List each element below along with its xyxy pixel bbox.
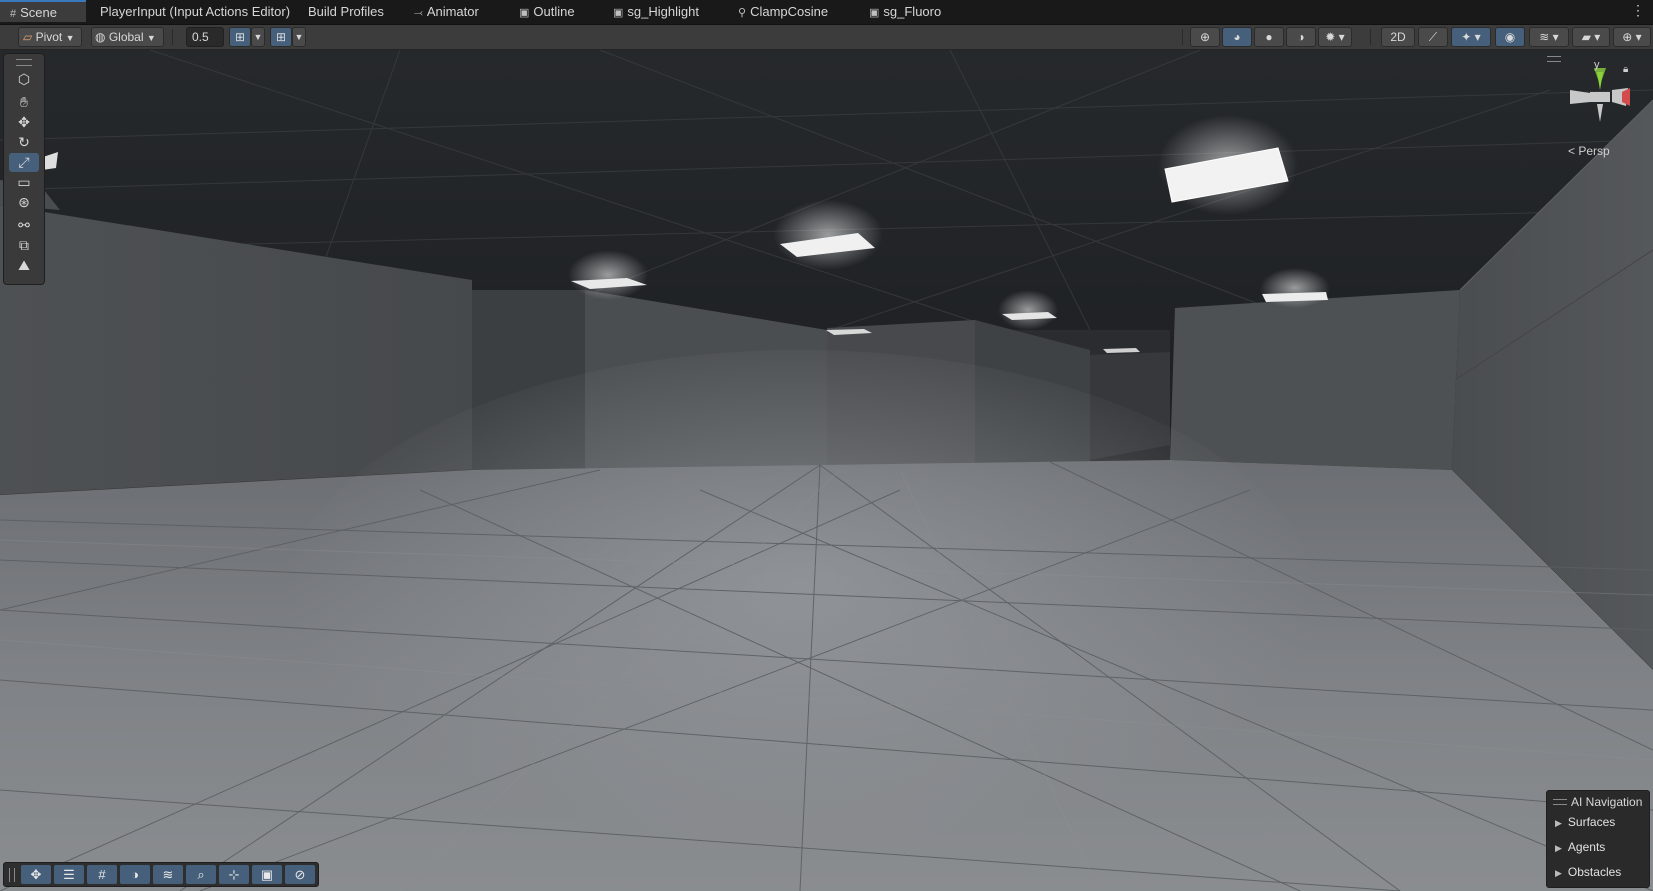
gizmo-menu-icon[interactable] xyxy=(1547,56,1561,62)
gizmo-y-axis-label: y xyxy=(1594,59,1600,71)
debug-draw-mode-icon[interactable]: ✹ ▾ xyxy=(1318,27,1352,47)
lock-icon[interactable]: 🔒︎ xyxy=(1623,64,1628,75)
tab-scene[interactable]: # Scene xyxy=(0,0,86,22)
tab-build-profiles[interactable]: Build Profiles xyxy=(308,0,384,24)
bottom-overlay-toolbar: ✥ ☰ # ◑ ≋ ⌕ ⊹ ▣ ⊘ xyxy=(3,862,319,887)
scale-icon[interactable]: ⤢ xyxy=(9,153,39,172)
search-overlay-icon[interactable]: ⌕ xyxy=(186,865,216,884)
tab-label: Outline xyxy=(533,4,575,19)
tab-sg-fluoro[interactable]: ▣ sg_Fluoro xyxy=(869,0,941,24)
move-icon[interactable]: ✥ xyxy=(9,113,39,132)
tab-bar: # Scene PlayerInput (Input Actions Editor… xyxy=(0,0,1653,25)
chevron-down-icon: ▼ xyxy=(146,33,156,43)
tab-label: Build Profiles xyxy=(308,4,384,19)
globe-icon: ◍ xyxy=(95,30,106,44)
grid-overlay-icon[interactable]: # xyxy=(87,865,117,884)
grid-snap-icon[interactable]: ⊞ xyxy=(270,27,292,47)
divider xyxy=(172,29,173,45)
rect-icon[interactable]: ▭ xyxy=(9,173,39,192)
global-label: Global xyxy=(108,30,144,44)
unlit-icon[interactable]: ◑ xyxy=(1286,27,1316,47)
tab-animator[interactable]: ⤙ Animator xyxy=(414,0,479,24)
shader-graph-icon: ▣ xyxy=(519,7,530,19)
tab-clamp-cosine[interactable]: ⚲ ClampCosine xyxy=(738,0,828,24)
ai-nav-item-obstacles[interactable]: ▶ Obstacles xyxy=(1555,865,1621,879)
custom-tool-icon[interactable]: ⚯ xyxy=(9,216,39,235)
divider xyxy=(1182,29,1183,45)
tab-outline[interactable]: ▣ Outline xyxy=(519,0,575,24)
more-options-icon[interactable]: ⋮ xyxy=(1631,2,1645,19)
ai-navigation-title: AI Navigation xyxy=(1571,795,1643,809)
camera-settings-icon[interactable]: ▰ ▾ xyxy=(1572,27,1610,47)
snap-increment-field[interactable]: 0.5 xyxy=(186,27,224,47)
lighting-overlay-icon[interactable]: ◑ xyxy=(120,865,150,884)
global-dropdown[interactable]: ◍ Global ▼ xyxy=(91,27,164,47)
ai-nav-item-label: Agents xyxy=(1567,840,1606,854)
compass-overlay-icon[interactable]: ⊘ xyxy=(285,865,315,884)
wireframe-shading-icon[interactable]: ⊕ xyxy=(1190,27,1220,47)
chevron-down-icon: ▼ xyxy=(65,33,75,43)
layers-overlay-icon[interactable]: ≋ xyxy=(153,865,183,884)
hand-icon[interactable]: ✋︎ xyxy=(9,93,39,112)
ai-navigation-overlay: AI Navigation ▶ Surfaces ▶ Agents ▶ Obstacl… xyxy=(1546,790,1650,888)
visibility-eye-icon[interactable]: ◉ xyxy=(1495,27,1525,47)
gizmos-icon[interactable]: ⊕ ▾ xyxy=(1613,27,1651,47)
expand-arrow-icon: ▶ xyxy=(1555,843,1562,853)
scene-grid-icon: # xyxy=(10,8,17,20)
expand-arrow-icon: ▶ xyxy=(1555,868,1562,878)
chevron-down-icon[interactable]: ▼ xyxy=(292,27,306,47)
scene-toolbar: ▱ Pivot ▼ ◍ Global ▼ 0.5 ⊞ ▼ ⊞ ▼ ⊕ ◕ ● ◑… xyxy=(0,25,1653,50)
ai-nav-item-surfaces[interactable]: ▶ Surfaces xyxy=(1555,815,1615,829)
overlay-grip-icon[interactable] xyxy=(1553,799,1567,805)
tab-label: sg_Fluoro xyxy=(883,4,942,19)
view-tool-icon[interactable]: ⬡ xyxy=(9,70,39,89)
transform-icon[interactable]: ⊛ xyxy=(9,193,39,212)
shader-graph-icon: ▣ xyxy=(613,7,624,19)
inspector-overlay-icon[interactable]: ☰ xyxy=(54,865,84,884)
box-collider-icon[interactable]: ⧉ xyxy=(9,236,39,255)
lighting-toggle-icon[interactable]: ⟋ xyxy=(1418,27,1448,47)
tab-label: Scene xyxy=(20,5,57,20)
move-overlay-icon[interactable]: ✥ xyxy=(21,865,51,884)
pivot-dropdown[interactable]: ▱ Pivot ▼ xyxy=(18,27,82,47)
2d-toggle-icon[interactable]: 2D xyxy=(1381,27,1415,47)
ai-nav-item-agents[interactable]: ▶ Agents xyxy=(1555,840,1605,854)
probe-icon[interactable]: ⛰︎ xyxy=(9,256,39,275)
pivot-label: Pivot xyxy=(35,30,63,44)
animator-icon: ⤙ xyxy=(414,7,423,19)
overlay-grip-icon[interactable] xyxy=(9,868,15,882)
tab-sg-highlight[interactable]: ▣ sg_Highlight xyxy=(613,0,699,24)
tab-label: Animator xyxy=(426,4,479,19)
snap-toggle-icon[interactable]: ⊞ xyxy=(229,27,251,47)
projection-toggle[interactable]: < Persp xyxy=(1568,144,1610,158)
shader-graph-icon: ▣ xyxy=(869,7,880,19)
tab-input-actions-editor[interactable]: PlayerInput (Input Actions Editor) xyxy=(100,0,290,24)
rotate-icon[interactable]: ↻ xyxy=(9,133,39,152)
ai-nav-item-label: Surfaces xyxy=(1567,815,1616,829)
expand-arrow-icon: ▶ xyxy=(1555,818,1562,828)
ai-nav-item-label: Obstacles xyxy=(1567,865,1622,879)
pivot-icon: ▱ xyxy=(23,30,33,44)
camera-overlay-icon[interactable]: ▣ xyxy=(252,865,282,884)
subgraph-icon: ⚲ xyxy=(738,7,747,19)
shaded-icon[interactable]: ● xyxy=(1254,27,1284,47)
shaded-wireframe-icon[interactable]: ◕ xyxy=(1222,27,1252,47)
layers-icon[interactable]: ≋ ▾ xyxy=(1529,27,1569,47)
tools-overlay: ⬡ ✋︎ ✥ ↻ ⤢ ▭ ⊛ ⚯ ⧉ ⛰︎ xyxy=(3,53,45,285)
scene-render xyxy=(0,50,1653,891)
scene-viewport[interactable] xyxy=(0,50,1653,891)
effects-toggle-icon[interactable]: ✦ ▾ xyxy=(1451,27,1491,47)
tab-label: ClampCosine xyxy=(750,4,829,19)
tab-label: PlayerInput (Input Actions Editor) xyxy=(100,4,291,19)
pivot-overlay-icon[interactable]: ⊹ xyxy=(219,865,249,884)
chevron-down-icon[interactable]: ▼ xyxy=(251,27,265,47)
tab-label: sg_Highlight xyxy=(627,4,699,19)
overlay-grip-icon[interactable] xyxy=(16,59,32,66)
divider xyxy=(1370,29,1371,45)
